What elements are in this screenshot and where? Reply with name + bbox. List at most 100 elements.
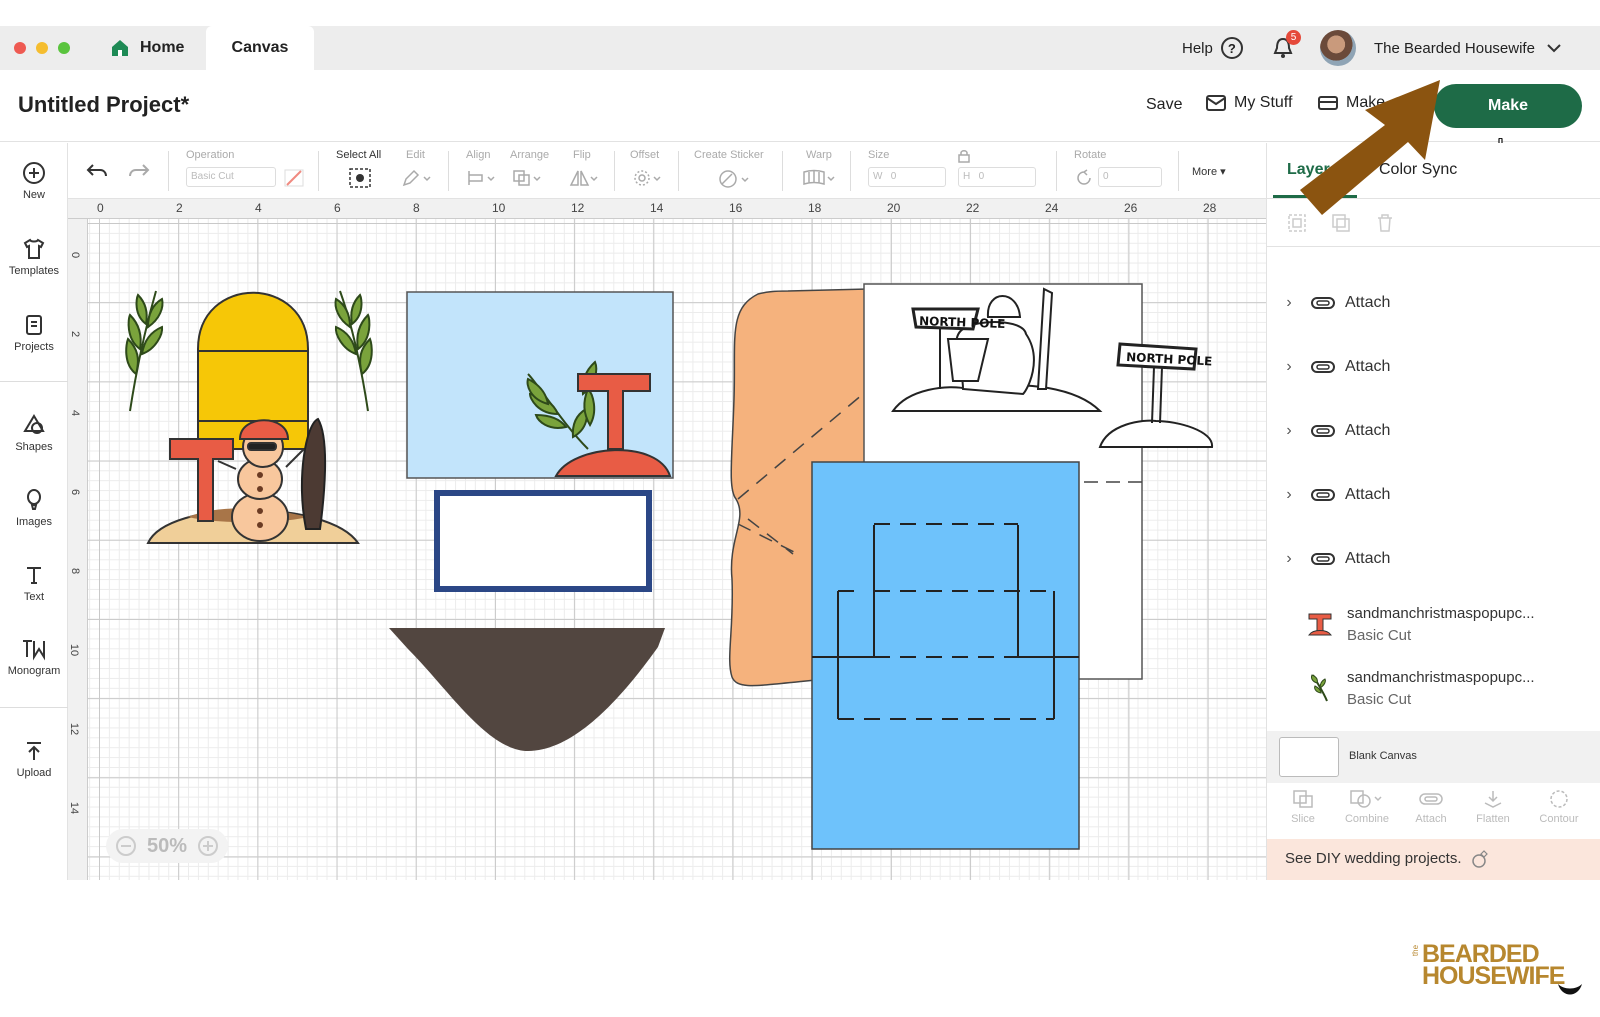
layer-row[interactable]: › Attach (1267, 271, 1600, 335)
arrange-label: Arrange (510, 149, 550, 161)
rotate-icon[interactable] (1074, 169, 1094, 187)
lock-icon[interactable] (958, 149, 970, 163)
sidebar-label-monogram: Monogram (7, 665, 61, 677)
image-layer-row[interactable]: sandmanchristmaspopupc... Basic Cut (1267, 657, 1600, 721)
help-button[interactable]: Help ? (1182, 26, 1243, 70)
plus-circle-icon (23, 162, 45, 184)
blank-canvas-label: Blank Canvas (1349, 750, 1417, 762)
minimize-window-button[interactable] (36, 42, 48, 54)
notification-badge: 5 (1286, 30, 1301, 45)
align-icon[interactable] (466, 169, 498, 187)
attach-button[interactable]: Attach (1401, 789, 1461, 825)
slice-button[interactable]: Slice (1273, 789, 1333, 825)
project-title[interactable]: Untitled Project* (18, 92, 189, 118)
palm-leaf-left[interactable] (125, 290, 164, 412)
zoom-out-icon[interactable] (115, 835, 137, 857)
width-input[interactable]: W 0 (868, 167, 946, 187)
palm-leaf-thumbnail-icon (1311, 674, 1328, 702)
sidebar-item-text[interactable]: Text (0, 563, 68, 603)
offset-icon[interactable] (632, 169, 664, 187)
pencil-icon[interactable] (402, 169, 432, 187)
sidebar-item-templates[interactable]: Templates (0, 237, 68, 277)
sidebar-item-images[interactable]: Images (0, 488, 68, 528)
chevron-right-icon[interactable]: › (1267, 294, 1311, 312)
warp-label: Warp (806, 149, 832, 161)
layer-label: Attach (1345, 422, 1391, 439)
attach-icon (1311, 553, 1335, 565)
chevron-right-icon[interactable]: › (1267, 550, 1311, 568)
flip-icon[interactable] (568, 169, 600, 187)
chevron-right-icon[interactable]: › (1267, 422, 1311, 440)
save-button[interactable]: Save (1146, 96, 1182, 114)
beard-icon (1558, 984, 1582, 995)
flatten-button[interactable]: Flatten (1463, 789, 1523, 825)
close-window-button[interactable] (14, 42, 26, 54)
avatar[interactable] (1320, 30, 1356, 66)
image-layer-name: sandmanchristmaspopupc... (1347, 605, 1535, 622)
canvas-objects: NORTH POLE NORTH POLE (125, 283, 1213, 850)
sticker-icon[interactable] (716, 169, 752, 189)
text-icon (27, 567, 41, 584)
design-canvas[interactable]: 0 2 4 6 8 10 12 14 16 18 20 22 24 26 28 … (68, 199, 1266, 880)
tab-home[interactable]: Home (96, 26, 206, 70)
layer-row[interactable]: › Attach (1267, 335, 1600, 399)
palm-leaf-right[interactable] (334, 290, 373, 412)
blue-card[interactable] (811, 461, 1080, 850)
sidebar-label-text: Text (23, 591, 45, 603)
my-stuff-button[interactable]: My Stuff (1206, 94, 1292, 112)
sidebar-item-monogram[interactable]: Monogram (0, 637, 68, 677)
title-bar: Home Canvas Help ? 5 The Bearded Housewi… (0, 26, 1600, 70)
sidebar-item-new[interactable]: New (0, 161, 68, 201)
image-layer-operation: Basic Cut (1347, 627, 1412, 644)
warp-icon[interactable] (802, 169, 838, 187)
navy-frame[interactable] (434, 490, 652, 592)
zoom-control[interactable]: 50% (106, 829, 228, 863)
edit-toolbar: Operation Basic Cut Select All Edit Alig… (68, 143, 1266, 199)
layer-row[interactable]: › Attach (1267, 399, 1600, 463)
promo-banner[interactable]: See DIY wedding projects. (1267, 839, 1600, 880)
zoom-in-icon[interactable] (197, 835, 219, 857)
chevron-right-icon[interactable]: › (1267, 486, 1311, 504)
red-sign[interactable] (169, 438, 234, 522)
sidebar-label-projects: Projects (14, 341, 54, 353)
image-layer-row[interactable]: sandmanchristmaspopupc... Basic Cut (1267, 593, 1600, 657)
toolbar-divider (1056, 151, 1057, 191)
zoom-window-button[interactable] (58, 42, 70, 54)
attach-icon (1311, 297, 1335, 309)
attach-tool-icon (1419, 793, 1443, 805)
tab-canvas-label: Canvas (231, 39, 289, 56)
select-all-icon[interactable] (348, 167, 372, 189)
pen-color-icon[interactable] (284, 169, 304, 187)
sidebar-item-upload[interactable]: Upload (0, 739, 68, 779)
toolbar-divider (448, 151, 449, 191)
ring-icon (1471, 850, 1488, 868)
operation-select[interactable]: Basic Cut (186, 167, 276, 187)
contour-button[interactable]: Contour (1529, 789, 1589, 825)
toolbar-divider (614, 151, 615, 191)
brown-shape[interactable] (389, 628, 665, 751)
tab-canvas[interactable]: Canvas (206, 26, 314, 70)
slice-label: Slice (1291, 813, 1315, 825)
layer-row[interactable]: › Attach (1267, 463, 1600, 527)
bearded-housewife-logo: the BEARDED HOUSEWIFE (1411, 940, 1586, 1000)
redo-icon[interactable] (128, 161, 150, 181)
layer-row[interactable]: › Attach (1267, 527, 1600, 591)
height-input[interactable]: H 0 (958, 167, 1036, 187)
undo-icon[interactable] (86, 161, 108, 181)
layer-label: Attach (1345, 486, 1391, 503)
rotate-input[interactable]: 0 (1098, 167, 1162, 187)
combine-button[interactable]: Combine (1337, 789, 1397, 825)
sidebar-label-new: New (22, 189, 45, 201)
layer-label: Attach (1345, 358, 1391, 375)
notifications-button[interactable]: 5 (1272, 26, 1301, 70)
blank-canvas-layer[interactable]: Blank Canvas (1267, 731, 1600, 783)
upload-icon (27, 742, 41, 760)
size-label: Size (868, 149, 890, 161)
align-label: Align (466, 149, 491, 161)
user-menu[interactable]: The Bearded Housewife (1374, 26, 1561, 70)
arrange-icon[interactable] (512, 169, 544, 187)
chevron-right-icon[interactable]: › (1267, 358, 1311, 376)
sidebar-item-projects[interactable]: Projects (0, 313, 68, 353)
sidebar-item-shapes[interactable]: Shapes (0, 413, 68, 453)
more-button[interactable]: More ▾ (1192, 165, 1226, 178)
